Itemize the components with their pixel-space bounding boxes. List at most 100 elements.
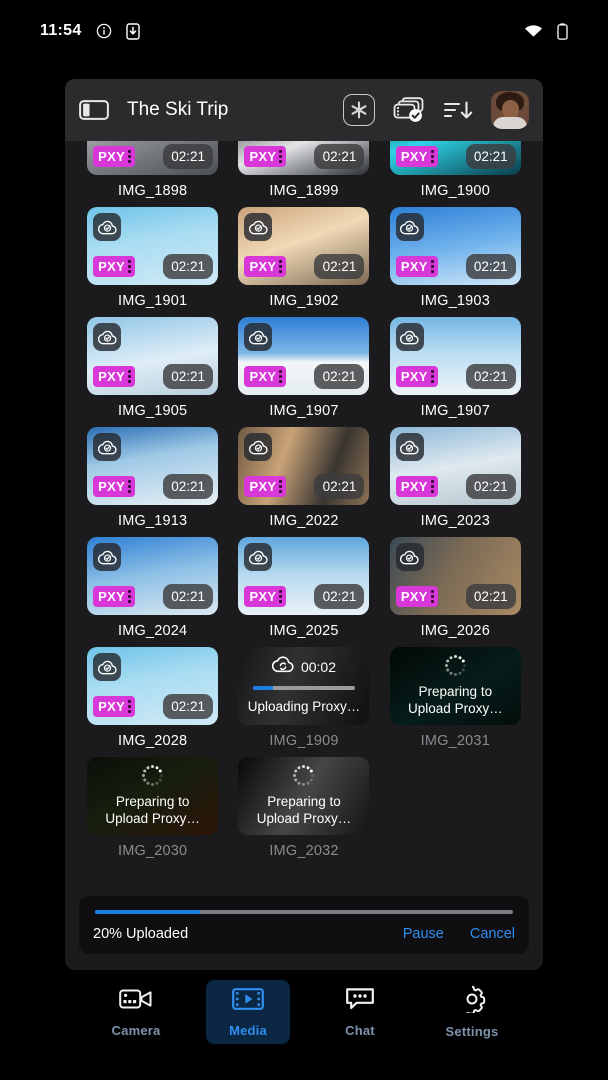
media-thumbnail[interactable]: PXY 02:21 (389, 537, 521, 615)
snowflake-icon[interactable] (343, 94, 375, 126)
loading-spinner-icon (142, 765, 164, 787)
media-item[interactable]: PXY 02:21 IMG_2026 (382, 537, 529, 647)
media-thumbnail[interactable]: Preparing to Upload Proxy… (238, 757, 370, 835)
cloud-uploaded-icon (395, 433, 424, 461)
media-filename: IMG_1903 (420, 293, 490, 309)
avatar[interactable] (491, 91, 529, 129)
media-item[interactable]: Preparing to Upload Proxy… IMG_2031 (382, 647, 529, 757)
pause-upload-button[interactable]: Pause (403, 926, 444, 942)
media-item[interactable]: PXY 02:21 IMG_1905 (79, 317, 226, 427)
duration-badge: 02:21 (314, 254, 365, 279)
media-item[interactable]: PXY 02:21 IMG_1899 (230, 141, 377, 207)
media-filename: IMG_2028 (118, 733, 188, 749)
proxy-badge-label: PXY (249, 479, 277, 494)
film-perforations-icon (128, 480, 132, 493)
media-thumbnail[interactable]: PXY 02:21 (389, 207, 521, 285)
media-item[interactable]: 00:02 Uploading Proxy… IMG_1909 (230, 647, 377, 757)
media-thumbnail[interactable]: PXY 02:21 (389, 317, 521, 395)
proxy-badge-label: PXY (249, 259, 277, 274)
media-thumbnail[interactable]: PXY 02:21 (238, 427, 370, 505)
cloud-uploaded-icon (93, 213, 122, 241)
duration-label: 00:02 (300, 659, 336, 676)
nav-item-media[interactable]: Media (206, 980, 290, 1044)
nav-item-label: Chat (345, 1023, 375, 1038)
media-item[interactable]: PXY 02:21 IMG_1900 (382, 141, 529, 207)
media-item[interactable]: PXY 02:21 IMG_1907 (230, 317, 377, 427)
proxy-badge: PXY (244, 256, 287, 277)
proxy-badge-label: PXY (98, 589, 126, 604)
media-thumbnail[interactable]: PXY 02:21 (389, 141, 521, 175)
media-thumbnail[interactable]: PXY 02:21 (238, 207, 370, 285)
media-grid-scroll[interactable]: PXY 02:21 IMG_1898 PXY 02:21 IMG_1899 PXY 02:21… (65, 141, 543, 890)
upload-status-bar: 20% Uploaded Pause Cancel (79, 896, 529, 954)
media-thumbnail[interactable]: PXY 02:21 (87, 537, 219, 615)
media-thumbnail[interactable]: 00:02 Uploading Proxy… (238, 647, 370, 725)
cloud-upload-icon (271, 656, 294, 678)
film-perforations-icon (279, 480, 283, 493)
media-item[interactable]: PXY 02:21 IMG_1903 (382, 207, 529, 317)
media-item[interactable]: Preparing to Upload Proxy… IMG_2032 (230, 757, 377, 867)
media-thumbnail[interactable]: PXY 02:21 (87, 647, 219, 725)
film-perforations-icon (128, 700, 132, 713)
download-to-device-icon (125, 22, 140, 40)
nav-item-settings[interactable]: Settings (430, 980, 514, 1044)
header-actions (343, 91, 529, 129)
media-item[interactable]: PXY 02:21 IMG_2023 (382, 427, 529, 537)
media-thumbnail[interactable]: PXY 02:21 (389, 427, 521, 505)
nav-item-camera[interactable]: Camera (94, 980, 178, 1044)
media-thumbnail[interactable]: PXY 02:21 (87, 207, 219, 285)
media-item[interactable]: PXY 02:21 IMG_1907 (382, 317, 529, 427)
duration-badge: 02:21 (465, 144, 516, 169)
media-filename: IMG_1902 (269, 293, 339, 309)
proxy-badge-label: PXY (249, 369, 277, 384)
media-thumbnail[interactable]: PXY 02:21 (238, 317, 370, 395)
page-title: The Ski Trip (127, 99, 229, 120)
media-item[interactable]: PXY 02:21 IMG_2022 (230, 427, 377, 537)
cancel-upload-button[interactable]: Cancel (470, 926, 515, 942)
media-thumbnail[interactable]: PXY 02:21 (238, 537, 370, 615)
duration-badge: 02:21 (163, 694, 214, 719)
media-filename: IMG_2030 (118, 843, 188, 859)
media-filename: IMG_1899 (269, 183, 339, 199)
film-perforations-icon (128, 260, 132, 273)
media-filename: IMG_2023 (420, 513, 490, 529)
sort-descending-icon[interactable] (443, 98, 473, 122)
media-item[interactable]: PXY 02:21 IMG_1898 (79, 141, 226, 207)
bottom-navigation: Camera Media Chat Settings (0, 970, 608, 1080)
battery-icon (557, 22, 568, 40)
film-perforations-icon (430, 480, 434, 493)
media-item[interactable]: PXY 02:21 IMG_1913 (79, 427, 226, 537)
media-item[interactable]: PXY 02:21 IMG_1902 (230, 207, 377, 317)
select-media-icon[interactable] (393, 97, 425, 123)
media-thumbnail[interactable]: PXY 02:21 (87, 427, 219, 505)
media-thumbnail[interactable]: PXY 02:21 (238, 141, 370, 175)
media-item[interactable]: PXY 02:21 IMG_2028 (79, 647, 226, 757)
upload-actions: Pause Cancel (403, 926, 515, 942)
media-thumbnail[interactable]: Preparing to Upload Proxy… (87, 757, 219, 835)
sidebar-toggle-icon[interactable] (79, 98, 109, 122)
media-thumbnail[interactable]: PXY 02:21 (87, 317, 219, 395)
proxy-badge: PXY (244, 146, 287, 167)
chat-bubble-icon (345, 986, 375, 1017)
media-item[interactable]: PXY 02:21 IMG_2025 (230, 537, 377, 647)
media-filename: IMG_1900 (420, 183, 490, 199)
media-thumbnail[interactable]: PXY 02:21 (87, 141, 219, 175)
proxy-badge-label: PXY (400, 479, 428, 494)
media-item[interactable]: Preparing to Upload Proxy… IMG_2030 (79, 757, 226, 867)
media-filename: IMG_2024 (118, 623, 188, 639)
media-thumbnail[interactable]: Preparing to Upload Proxy… (389, 647, 521, 725)
media-item[interactable]: PXY 02:21 IMG_2024 (79, 537, 226, 647)
loading-spinner-icon (293, 765, 315, 787)
upload-progress-track (95, 910, 513, 914)
duration-badge: 02:21 (163, 144, 214, 169)
status-bar: 11:54 (0, 0, 608, 62)
status-bar-clock: 11:54 (40, 22, 82, 39)
proxy-badge: PXY (244, 476, 287, 497)
avatar-body (493, 117, 527, 129)
nav-item-chat[interactable]: Chat (318, 980, 402, 1044)
proxy-badge-label: PXY (249, 589, 277, 604)
media-filename: IMG_2032 (269, 843, 339, 859)
media-item[interactable]: PXY 02:21 IMG_1901 (79, 207, 226, 317)
app-window: The Ski Trip PXY 02:21 IMG_1898 PXY 02:2… (65, 79, 543, 970)
upload-status-row: 20% Uploaded Pause Cancel (93, 926, 515, 942)
